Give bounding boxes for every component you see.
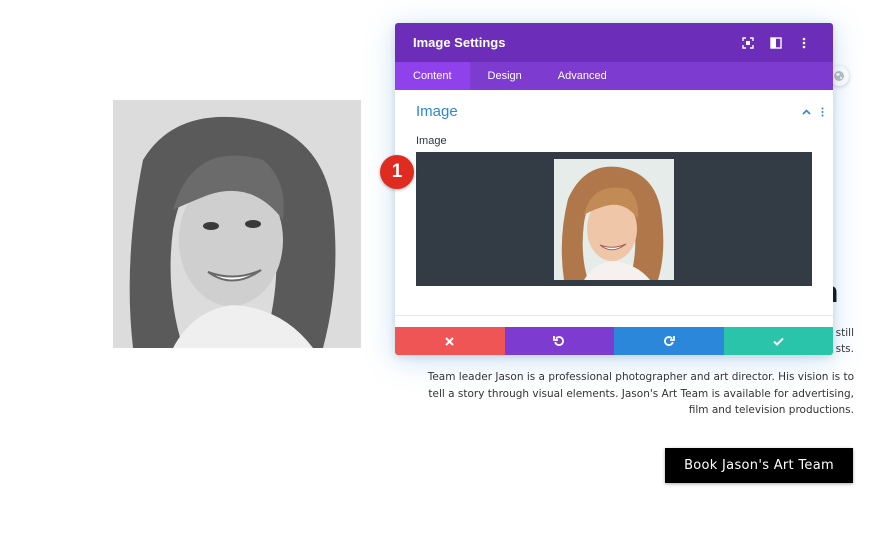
redo-icon — [663, 335, 675, 347]
undo-button[interactable] — [504, 327, 614, 355]
team-description: Team leader Jason is a professional phot… — [427, 371, 854, 416]
split-view-icon[interactable] — [765, 33, 787, 53]
modal-divider — [395, 315, 833, 316]
modal-title: Image Settings — [413, 35, 506, 50]
undo-icon — [553, 335, 565, 347]
image-upload-area[interactable] — [416, 152, 812, 286]
copy-fragment-line2: sts. — [835, 343, 854, 355]
section-controls — [799, 105, 827, 119]
tab-design[interactable]: Design — [470, 62, 540, 90]
discard-button[interactable] — [395, 327, 505, 355]
book-team-button[interactable]: Book Jason's Art Team — [665, 448, 853, 483]
copy-fragment-line1: still — [835, 327, 854, 339]
save-button[interactable] — [723, 327, 833, 355]
more-options-icon[interactable] — [793, 33, 815, 53]
step-number-badge: 1 — [380, 155, 414, 189]
image-settings-modal: Image Settings Content Design Advanced I… — [395, 23, 833, 355]
settings-tabs: Content Design Advanced — [395, 62, 833, 90]
focus-mode-icon[interactable] — [737, 33, 759, 53]
tab-advanced[interactable]: Advanced — [540, 62, 625, 90]
save-check-icon — [773, 337, 784, 346]
redo-button[interactable] — [614, 327, 724, 355]
modal-header: Image Settings — [395, 23, 833, 62]
section-title[interactable]: Image — [416, 103, 458, 120]
image-field-label: Image — [416, 135, 447, 147]
section-more-icon[interactable] — [817, 105, 827, 119]
tab-content[interactable]: Content — [395, 62, 470, 90]
portrait-image — [113, 100, 361, 348]
modal-footer — [395, 327, 833, 355]
discard-icon — [445, 336, 454, 346]
chevron-up-icon[interactable] — [799, 105, 813, 119]
image-thumbnail[interactable] — [554, 159, 674, 280]
